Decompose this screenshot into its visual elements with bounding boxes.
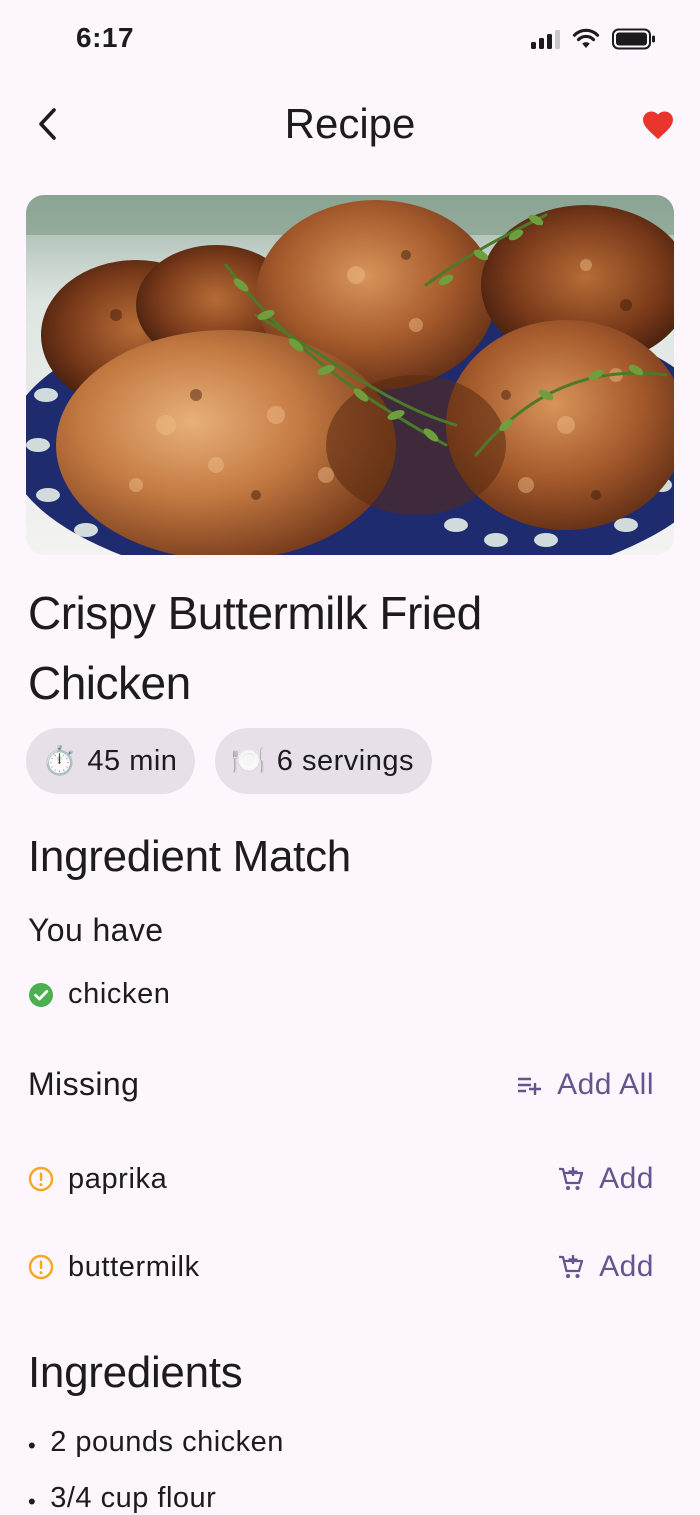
have-item-label: chicken: [68, 978, 171, 1010]
have-item: chicken: [28, 978, 654, 1011]
check-circle-icon: [29, 982, 53, 1007]
add-all-button[interactable]: Add All: [517, 1068, 654, 1102]
wifi-icon: [572, 28, 600, 48]
warning-circle-icon: [28, 1166, 54, 1192]
missing-heading: Missing: [28, 1066, 140, 1102]
plate-icon: 🍽️: [231, 745, 267, 776]
add-buttermilk-button[interactable]: Add: [557, 1250, 654, 1284]
servings-chip: 🍽️ 6 servings: [215, 728, 432, 794]
time-chip-label: 45 min: [87, 744, 178, 777]
missing-item: buttermilk Add: [28, 1250, 654, 1284]
missing-item: paprika Add: [28, 1162, 654, 1196]
status-bar: 6:17: [0, 0, 700, 80]
bullet: •: [28, 1489, 37, 1514]
fried-chicken-image: [26, 195, 674, 555]
app-bar: Recipe: [0, 80, 700, 170]
heart-icon: [643, 111, 673, 140]
stopwatch-icon: ⏱️: [42, 745, 78, 776]
status-time: 6:17: [76, 22, 135, 53]
missing-header-row: Missing Add All: [28, 1066, 654, 1103]
missing-item-label: paprika: [68, 1162, 168, 1195]
recipe-title: Crispy Buttermilk Fried Chicken: [28, 587, 482, 709]
servings-chip-label: 6 servings: [276, 744, 414, 777]
recipe-photo: [26, 195, 674, 555]
ingredient-item-label: 2 pounds chicken: [50, 1426, 284, 1458]
add-shopping-cart-icon: [559, 1167, 584, 1190]
add-all-label: Add All: [557, 1067, 654, 1101]
you-have-heading: You have: [28, 912, 164, 948]
ingredient-item-label: 3/4 cup flour: [50, 1482, 217, 1514]
playlist-add-icon: [518, 1077, 542, 1095]
warning-circle-icon: [28, 1254, 54, 1280]
ingredient-item: • 2 pounds chicken: [28, 1426, 284, 1466]
add-paprika-label: Add: [599, 1162, 654, 1195]
add-shopping-cart-icon: [559, 1255, 584, 1278]
battery-icon: [612, 28, 655, 50]
add-paprika-button[interactable]: Add: [557, 1162, 654, 1196]
bullet: •: [28, 1433, 37, 1458]
ingredient-item: • 3/4 cup flour: [28, 1482, 216, 1515]
time-chip: ⏱️ 45 min: [26, 728, 196, 794]
favorite-button[interactable]: [632, 98, 684, 150]
add-buttermilk-label: Add: [599, 1250, 654, 1283]
recipe-meta-chips: ⏱️ 45 min 🍽️ 6 servings: [26, 728, 432, 794]
ingredient-match-heading: Ingredient Match: [28, 832, 351, 881]
status-icons: [531, 28, 656, 50]
ingredients-heading: Ingredients: [28, 1348, 243, 1397]
page-title: Recipe: [284, 100, 416, 147]
cellular-signal-icon: [531, 29, 560, 49]
missing-item-label: buttermilk: [68, 1250, 200, 1283]
